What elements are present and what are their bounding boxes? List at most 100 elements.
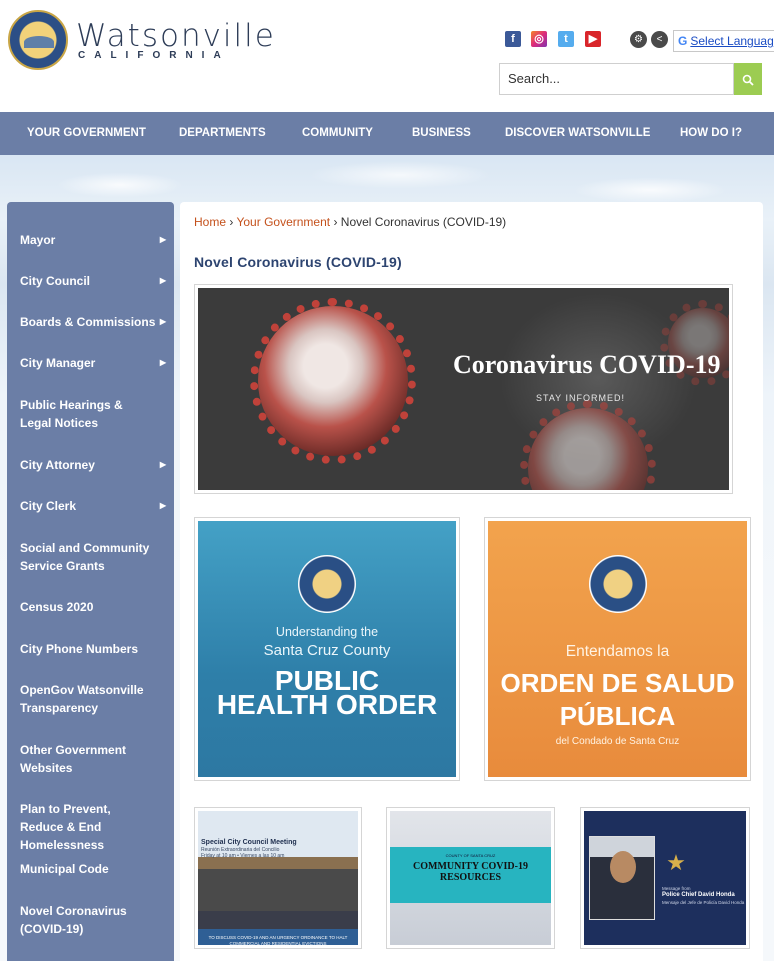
site-logo-subtitle: CALIFORNIA [78,50,230,61]
nav-your-government[interactable]: YOUR GOVERNMENT [27,112,146,155]
special-meeting-card[interactable]: Special City Council Meeting Reunión Ext… [194,807,362,949]
sidebar-item-label: Social and Community Service Grants [20,541,150,573]
sidebar-item-coronavirus[interactable]: Novel Coronavirus (COVID-19) [7,902,174,938]
orden-de-salud-card[interactable]: Entendamos la ORDEN DE SALUD PÚBLICA del… [484,517,751,781]
card-title: Police Chief David Honda [662,892,735,898]
site-logo-name[interactable]: Watsonville [76,18,276,54]
sidebar-item-label: OpenGov Watsonville Transparency [20,683,144,715]
face-shape [610,851,636,883]
sidebar-item-other-government[interactable]: Other Government Websites [7,741,174,777]
sidebar-item-municipal-code[interactable]: Municipal Code [7,860,174,878]
caret-right-icon: ▶ [159,358,166,367]
virus-illustration [250,298,416,464]
city-seal-logo[interactable] [8,10,68,70]
card-title: COMMUNITY COVID-19 RESOURCES [413,861,528,883]
youtube-icon[interactable]: ▶ [585,31,601,47]
sidebar-item-city-council[interactable]: City Council ▶ [7,272,174,290]
sidebar-item-city-attorney[interactable]: City Attorney ▶ [7,456,174,474]
sidebar-item-label: Other Government Websites [20,743,127,775]
breadcrumb-home-link[interactable]: Home [194,215,226,229]
card-date: Friday at 10 am • Viernes a las 10 am [201,853,285,859]
sidebar-item-public-hearings[interactable]: Public Hearings & Legal Notices [7,396,174,432]
special-meeting-image: Special City Council Meeting Reunión Ext… [198,811,358,945]
caret-right-icon: ▶ [159,317,166,326]
community-resources-card[interactable]: COUNTY OF SANTA CRUZ COMMUNITY COVID-19 … [386,807,555,949]
police-chief-photo [589,836,655,920]
breadcrumb-current: Novel Coronavirus (COVID-19) [340,215,507,229]
caret-right-icon: ▶ [159,460,166,469]
sidebar-item-label: City Attorney [20,458,95,472]
caret-right-icon: ▶ [159,235,166,244]
sidebar-item-opengov[interactable]: OpenGov Watsonville Transparency [7,681,174,717]
covid-hero-banner[interactable]: Coronavirus COVID-19 STAY INFORMED! [194,284,733,494]
card-line: Entendamos la [565,643,670,660]
hero-title: Coronavirus COVID-19 [453,350,721,379]
sidebar-item-label: Plan to Prevent, Reduce & End Homelessne… [20,802,111,852]
card-heading: ORDEN DE SALUD [500,668,735,698]
caret-right-icon: ▶ [159,276,166,285]
hero-image: Coronavirus COVID-19 STAY INFORMED! [198,288,729,490]
sidebar-item-label: Public Hearings & Legal Notices [20,398,123,430]
sidebar-item-label: Census 2020 [20,600,94,614]
sidebar-item-mayor[interactable]: Mayor ▶ [7,231,174,249]
google-g-icon: G [678,34,688,48]
sidebar-item-label: City Council [20,274,91,288]
breadcrumb: Home › Your Government › Novel Coronavir… [194,215,506,229]
sidebar-item-label: City Manager [20,356,96,370]
search-icon [742,74,754,86]
card-subtitle: Mensaje del Jefe de Policía David Honda [662,900,745,905]
sidebar-item-service-grants[interactable]: Social and Community Service Grants [7,539,174,575]
card-small-label: COUNTY OF SANTA CRUZ [445,853,496,858]
card-heading: HEALTH ORDER [216,689,438,720]
sidebar-item-city-manager[interactable]: City Manager ▶ [7,354,174,372]
twitter-icon[interactable]: t [558,31,574,47]
sidebar-item-label: Mayor [20,233,56,247]
sidebar-item-label: Novel Coronavirus (COVID-19) [20,904,127,936]
translate-select-label: Select Languag [690,34,774,48]
facebook-icon[interactable]: f [505,31,521,47]
nav-departments[interactable]: DEPARTMENTS [179,112,266,155]
card-line: Understanding the [275,625,379,639]
card-heading: PÚBLICA [559,701,676,731]
card-line: del Condado de Santa Cruz [555,736,680,747]
sidebar-item-label: Municipal Code [20,862,109,876]
site-header: Watsonville CALIFORNIA f ◎ t ▶ ⚙ < G Sele… [0,0,774,112]
nav-business[interactable]: BUSINESS [412,112,471,155]
sidebar-item-label: City Phone Numbers [20,642,139,656]
search-button[interactable] [734,63,762,95]
breadcrumb-separator: › [229,215,234,229]
card-small-label: Message from [662,886,691,891]
sidebar-menu: Mayor ▶ City Council ▶ Boards & Commission… [7,202,174,961]
nav-community[interactable]: COMMUNITY [302,112,373,155]
share-icon[interactable]: < [651,31,668,48]
sidebar-item-homelessness-plan[interactable]: Plan to Prevent, Reduce & End Homelessne… [7,800,174,854]
card-caption: TO DISCUSS COVID-19 AND AN URGENCY ORDIN… [208,935,348,945]
sidebar-item-city-clerk[interactable]: City Clerk ▶ [7,497,174,515]
public-health-order-card[interactable]: Understanding the Santa Cruz County PUBL… [194,517,460,781]
card-line: Santa Cruz County [263,642,391,659]
nav-discover-watsonville[interactable]: DISCOVER WATSONVILLE [505,112,650,155]
nav-how-do-i[interactable]: HOW DO I? [680,112,742,155]
city-seal-icon [298,555,356,613]
page-title: Novel Coronavirus (COVID-19) [194,254,402,270]
sidebar-item-phone-numbers[interactable]: City Phone Numbers [7,640,174,658]
translate-select[interactable]: G Select Languag [673,30,774,52]
police-chief-image: ★ Message from Police Chief David Honda … [584,811,746,945]
police-star-badge-icon: ★ [666,850,686,875]
city-seal-icon [588,555,647,613]
card-title: Special City Council Meeting [201,839,297,846]
main-navigation: YOUR GOVERNMENT DEPARTMENTS COMMUNITY BU… [0,112,774,155]
public-health-order-image: Understanding the Santa Cruz County PUBL… [198,521,456,777]
breadcrumb-separator: › [333,215,338,229]
sidebar-item-census-2020[interactable]: Census 2020 [7,598,174,616]
police-chief-message-card[interactable]: ★ Message from Police Chief David Honda … [580,807,750,949]
virus-illustration [520,400,656,490]
instagram-icon[interactable]: ◎ [531,31,547,47]
orden-de-salud-image: Entendamos la ORDEN DE SALUD PÚBLICA del… [488,521,747,777]
breadcrumb-parent-link[interactable]: Your Government [236,215,330,229]
settings-gear-icon[interactable]: ⚙ [630,31,647,48]
search-input[interactable]: Search... [499,63,734,95]
caret-right-icon: ▶ [159,501,166,510]
sidebar-item-boards-commissions[interactable]: Boards & Commissions ▶ [7,313,174,331]
hero-subtitle: STAY INFORMED! [536,393,626,403]
